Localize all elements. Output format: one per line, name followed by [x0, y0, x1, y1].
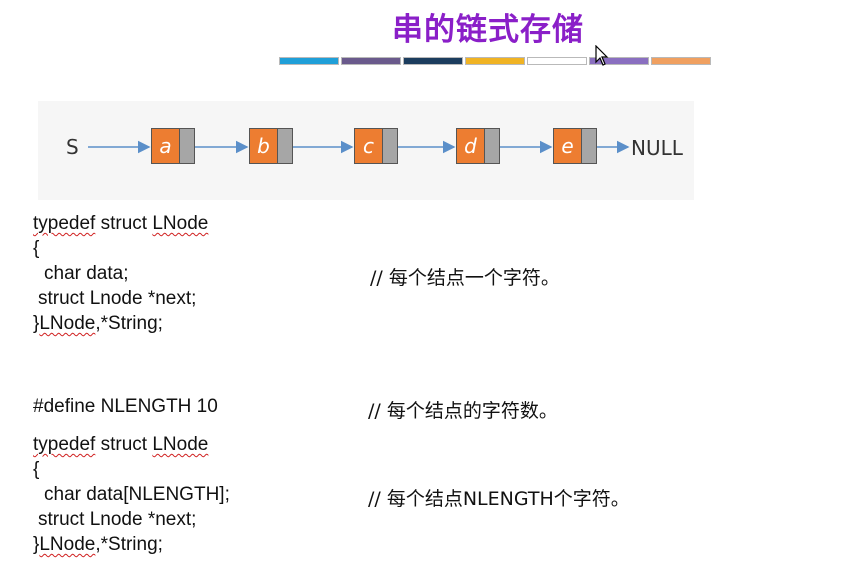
code-line: { — [33, 238, 40, 259]
code-line: struct Lnode *next; — [38, 288, 197, 309]
node-pointer-field — [383, 128, 398, 164]
code-line: }LNode,*String; — [33, 534, 163, 556]
code-token: LNode — [152, 434, 209, 455]
code-token: ,*String; — [95, 534, 163, 555]
code-line: char data; — [44, 263, 129, 284]
code-token: ,*String; — [95, 313, 163, 334]
list-node: b — [249, 128, 293, 164]
code-line: { — [33, 459, 40, 480]
code-token: struct — [95, 434, 153, 455]
node-data-field: d — [456, 128, 485, 164]
linked-list-diagram: S a b c d e NULL — [38, 101, 694, 200]
code-comment: // 每个结点的字符数。 — [368, 400, 558, 422]
color-bar-segment — [403, 57, 463, 65]
code-token: typedef — [33, 213, 96, 234]
code-token: struct — [95, 213, 153, 234]
color-bar-segment — [341, 57, 401, 65]
list-node: d — [456, 128, 500, 164]
head-pointer-label: S — [66, 135, 79, 159]
color-bar-segment — [279, 57, 339, 65]
node-data-field: a — [151, 128, 180, 164]
list-node: c — [354, 128, 398, 164]
list-node: e — [553, 128, 597, 164]
decorative-color-bar — [279, 57, 711, 65]
node-data-field: c — [354, 128, 383, 164]
code-line: struct Lnode *next; — [38, 509, 197, 530]
define-line: #define NLENGTH 10 — [33, 396, 218, 417]
node-data-field: b — [249, 128, 278, 164]
code-line: }LNode,*String; — [33, 313, 163, 335]
color-bar-segment — [465, 57, 525, 65]
node-pointer-field — [582, 128, 597, 164]
color-bar-segment — [527, 57, 587, 65]
code-token: LNode — [39, 534, 96, 555]
code-comment: // 每个结点一个字符。 — [370, 267, 560, 289]
node-pointer-field — [485, 128, 500, 164]
code-comment: // 每个结点NLENGTH个字符。 — [368, 488, 630, 510]
code-token: typedef — [33, 434, 96, 455]
list-node: a — [151, 128, 195, 164]
code-line: typedef struct LNode — [33, 213, 208, 235]
node-data-field: e — [553, 128, 582, 164]
code-line: typedef struct LNode — [33, 434, 208, 456]
code-line: char data[NLENGTH]; — [44, 484, 230, 505]
node-pointer-field — [278, 128, 293, 164]
code-token: LNode — [39, 313, 96, 334]
code-token: LNode — [152, 213, 209, 234]
mouse-cursor-icon — [595, 44, 609, 72]
node-pointer-field — [180, 128, 195, 164]
color-bar-segment — [651, 57, 711, 65]
null-label: NULL — [631, 136, 683, 160]
slide-title: 串的链式存储 — [392, 12, 584, 48]
